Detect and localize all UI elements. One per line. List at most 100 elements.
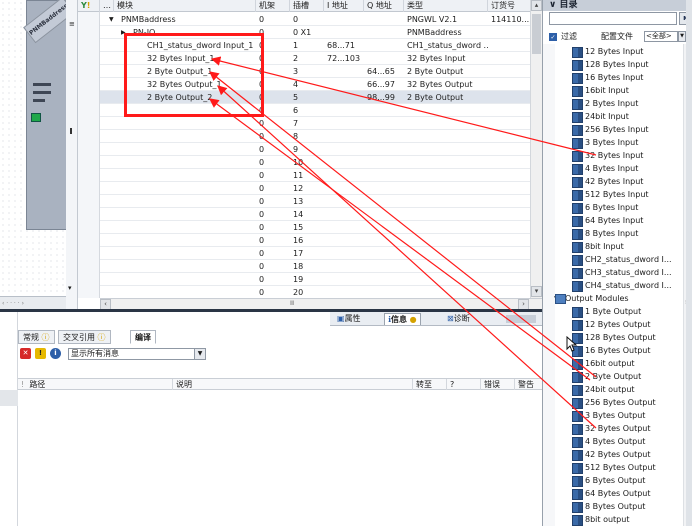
catalog-item[interactable]: 8 Bytes Input bbox=[571, 227, 638, 240]
catalog-item[interactable]: 42 Bytes Input bbox=[571, 175, 643, 188]
catalog-item[interactable]: 256 Bytes Output bbox=[572, 396, 656, 409]
catalog-title[interactable]: ∨ 目录 bbox=[543, 0, 692, 11]
catalog-item[interactable]: 6 Bytes Input bbox=[571, 201, 638, 214]
chevron-down-icon[interactable]: ▼ bbox=[678, 31, 686, 42]
catalog-item[interactable]: 256 Bytes Input bbox=[572, 123, 649, 136]
catalog-item[interactable]: 32 Bytes Input bbox=[571, 149, 643, 162]
table-row[interactable]: 0 14 bbox=[78, 208, 542, 221]
col-errors[interactable]: 错误 bbox=[480, 379, 514, 390]
table-row[interactable]: 0 16 bbox=[78, 234, 542, 247]
catalog-item[interactable]: 3 Bytes Output bbox=[571, 409, 645, 422]
catalog-item[interactable]: 64 Bytes Input bbox=[571, 214, 643, 227]
catalog-item[interactable]: 2 Byte Output bbox=[571, 370, 641, 383]
table-vertical-scrollbar[interactable]: ▴ ▾ bbox=[530, 0, 542, 298]
cell-type: CH1_status_dword ... bbox=[407, 41, 488, 50]
col-type[interactable]: 类型 bbox=[404, 0, 488, 12]
filter-checkbox[interactable]: ✓ bbox=[549, 33, 557, 41]
cell-slot: 18 bbox=[293, 262, 304, 271]
catalog-item[interactable]: CH3_status_dword I... bbox=[572, 266, 672, 279]
col-rack[interactable]: 机架 bbox=[256, 0, 290, 12]
cell-type bbox=[404, 260, 488, 273]
table-row[interactable]: 0 11 bbox=[78, 169, 542, 182]
cell-q-addr bbox=[364, 234, 404, 247]
tab-properties[interactable]: ▣属性 bbox=[334, 313, 364, 325]
table-row[interactable]: 0 18 bbox=[78, 260, 542, 273]
catalog-filter-row: ✓ 过滤 配置文件 <全部> ▼ bbox=[543, 30, 692, 43]
catalog-item[interactable]: 24bit Input bbox=[572, 110, 629, 123]
profile-select[interactable]: <全部> bbox=[644, 31, 678, 42]
catalog-item[interactable]: 128 Bytes Output bbox=[572, 331, 656, 344]
table-row[interactable]: 0 19 bbox=[78, 273, 542, 286]
catalog-item[interactable]: 8bit output bbox=[571, 513, 629, 526]
cell-i-addr bbox=[324, 247, 364, 260]
catalog-item[interactable]: 24bit output bbox=[572, 383, 635, 396]
info-filter-icon[interactable]: i bbox=[50, 348, 61, 359]
catalog-item[interactable]: 8bit Input bbox=[572, 240, 624, 253]
error-filter-icon[interactable]: ✕ bbox=[20, 348, 31, 359]
col-warnings[interactable]: 警告 bbox=[514, 379, 542, 390]
tab-compile[interactable]: 编译 bbox=[130, 330, 156, 344]
table-row[interactable]: 0 10 bbox=[78, 156, 542, 169]
catalog-item[interactable]: 512 Bytes Output bbox=[572, 461, 656, 474]
expand-toggle-icon[interactable]: ▼ bbox=[106, 13, 114, 26]
scroll-up-icon[interactable]: ▴ bbox=[531, 0, 542, 11]
catalog-item[interactable]: 64 Bytes Output bbox=[572, 487, 651, 500]
tab-diagnostics[interactable]: ⊠诊断 bbox=[444, 313, 473, 325]
catalog-item[interactable]: 6 Bytes Output bbox=[571, 474, 645, 487]
scroll-down-icon[interactable]: ▾ bbox=[531, 286, 542, 297]
table-row[interactable]: 07 bbox=[78, 117, 542, 130]
col-help[interactable]: ? bbox=[446, 379, 480, 390]
tab-cross-reference[interactable]: 交叉引用 ⓘ bbox=[58, 330, 111, 344]
catalog-item[interactable]: 4 Bytes Input bbox=[571, 162, 638, 175]
catalog-item[interactable]: 4 Bytes Output bbox=[571, 435, 645, 448]
catalog-item[interactable]: 8 Bytes Output bbox=[571, 500, 645, 513]
col-q-address[interactable]: Q 地址 bbox=[364, 0, 404, 12]
catalog-item[interactable]: 3 Bytes Input bbox=[571, 136, 638, 149]
catalog-item[interactable]: CH4_status_dword I... bbox=[572, 279, 672, 292]
catalog-item[interactable]: 12 Bytes Output bbox=[572, 318, 651, 331]
cell-q-addr: 98...99 bbox=[367, 93, 395, 102]
catalog-item[interactable]: 1 Byte Output bbox=[571, 305, 641, 318]
catalog-item[interactable]: 2 Bytes Input bbox=[571, 97, 638, 110]
catalog-item[interactable]: 32 Bytes Output bbox=[572, 422, 651, 435]
catalog-item[interactable]: 12 Bytes Input bbox=[571, 45, 643, 58]
table-row[interactable]: 09 bbox=[78, 143, 542, 156]
catalog-item[interactable]: 512 Bytes Input bbox=[572, 188, 649, 201]
col-slot[interactable]: 插槽 bbox=[290, 0, 324, 12]
catalog-item[interactable]: 16bit Input bbox=[572, 84, 629, 97]
catalog-item[interactable]: 128 Bytes Input bbox=[572, 58, 649, 71]
col-description[interactable]: 说明 bbox=[172, 379, 412, 390]
cell-module bbox=[144, 234, 256, 247]
table-row[interactable]: 0 17 bbox=[78, 247, 542, 260]
catalog-item[interactable]: 16bit output bbox=[572, 357, 635, 370]
col-path[interactable]: ! 路径 bbox=[18, 379, 172, 390]
table-row[interactable]: 0 20 bbox=[78, 286, 542, 298]
cell-q-addr bbox=[364, 117, 404, 130]
warning-filter-icon[interactable]: ! bbox=[35, 348, 46, 359]
table-row[interactable]: 08 bbox=[78, 130, 542, 143]
col-i-address[interactable]: I 地址 bbox=[324, 0, 364, 12]
table-row[interactable]: ▼ PNMBaddress 0 0 PNGWL V2.1 114110... bbox=[78, 13, 542, 26]
catalog-search-input[interactable] bbox=[549, 12, 677, 25]
tab-info[interactable]: ℹ信息 ● bbox=[384, 313, 421, 325]
scroll-down-icon[interactable]: ▾ bbox=[68, 284, 72, 292]
table-row[interactable]: 0 15 bbox=[78, 221, 542, 234]
message-filter-select[interactable]: 显示所有消息 bbox=[68, 348, 206, 360]
network-view-strip[interactable]: PNMBaddress ‹ · · · · › bbox=[0, 0, 68, 310]
catalog-item[interactable]: 42 Bytes Output bbox=[572, 448, 651, 461]
table-row[interactable]: 0 13 bbox=[78, 195, 542, 208]
table-row[interactable]: 0 12 bbox=[78, 182, 542, 195]
catalog-item[interactable]: 16 Bytes Output bbox=[572, 344, 651, 357]
col-goto[interactable]: 转至 bbox=[412, 379, 446, 390]
chevron-down-icon[interactable]: ▼ bbox=[194, 348, 206, 360]
tab-general[interactable]: 常规 ⓘ bbox=[18, 330, 55, 344]
cell-q-addr bbox=[364, 195, 404, 208]
panel-window-controls[interactable] bbox=[506, 315, 536, 323]
catalog-item[interactable]: 16 Bytes Input bbox=[571, 71, 643, 84]
divider-marks: ≡ ▾ bbox=[66, 0, 78, 310]
table-horizontal-scrollbar[interactable]: ‹ Ⅲ › bbox=[100, 298, 542, 310]
catalog-item[interactable]: CH2_status_dword I... bbox=[572, 253, 672, 266]
catalog-folder-output-modules[interactable]: Output Modules bbox=[555, 292, 629, 305]
network-view-scroll[interactable]: ‹ · · · · › bbox=[0, 296, 67, 310]
col-module[interactable]: 模块 bbox=[114, 0, 256, 12]
